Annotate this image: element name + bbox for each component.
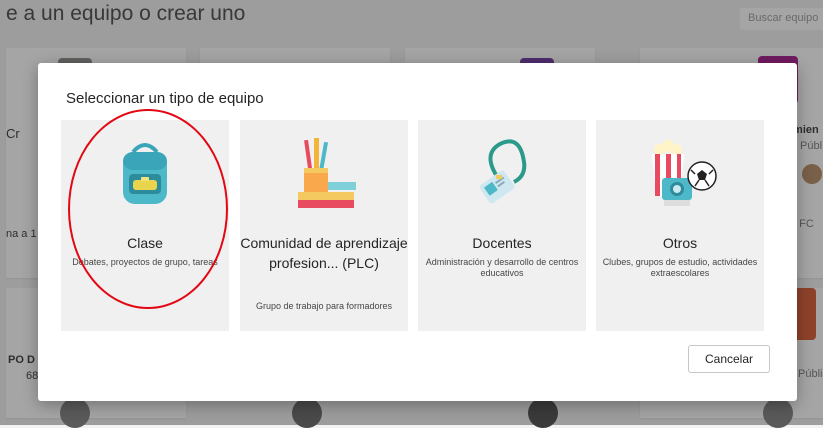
tile-name: Docentes	[472, 235, 532, 251]
avatar	[60, 398, 90, 428]
tile-description: Debates, proyectos de grupo, tareas	[72, 257, 218, 267]
team-type-dialog: Seleccionar un tipo de equipo Clase Deba…	[38, 63, 797, 401]
tile-otros[interactable]: Otros Clubes, grupos de estudio, activid…	[596, 120, 764, 331]
popcorn-camera-ball-icon	[652, 140, 717, 206]
tile-description: Clubes, grupos de estudio, actividades e…	[602, 257, 758, 278]
tile-docentes[interactable]: Docentes Administración y desarrollo de …	[418, 120, 586, 331]
cancel-button[interactable]: Cancelar	[688, 345, 770, 373]
tile-plc[interactable]: Comunidad de aprendizaje profesion... (P…	[240, 120, 408, 331]
tile-name: Comunidad de aprendizaje profesion... (P…	[240, 235, 408, 271]
tile-clase[interactable]: Clase Debates, proyectos de grupo, tarea…	[61, 120, 229, 331]
tile-name: Clase	[127, 235, 163, 251]
tile-description: Administración y desarrollo de centros e…	[425, 257, 579, 278]
backpack-icon	[123, 143, 167, 204]
tile-description: Grupo de trabajo para formadores	[255, 301, 393, 311]
avatar	[528, 398, 558, 428]
id-badge-icon	[479, 139, 527, 204]
books-pencils-icon	[298, 138, 356, 208]
avatar	[292, 398, 322, 428]
dialog-title: Seleccionar un tipo de equipo	[66, 90, 264, 107]
tile-name: Otros	[662, 235, 698, 251]
avatar	[763, 398, 793, 428]
